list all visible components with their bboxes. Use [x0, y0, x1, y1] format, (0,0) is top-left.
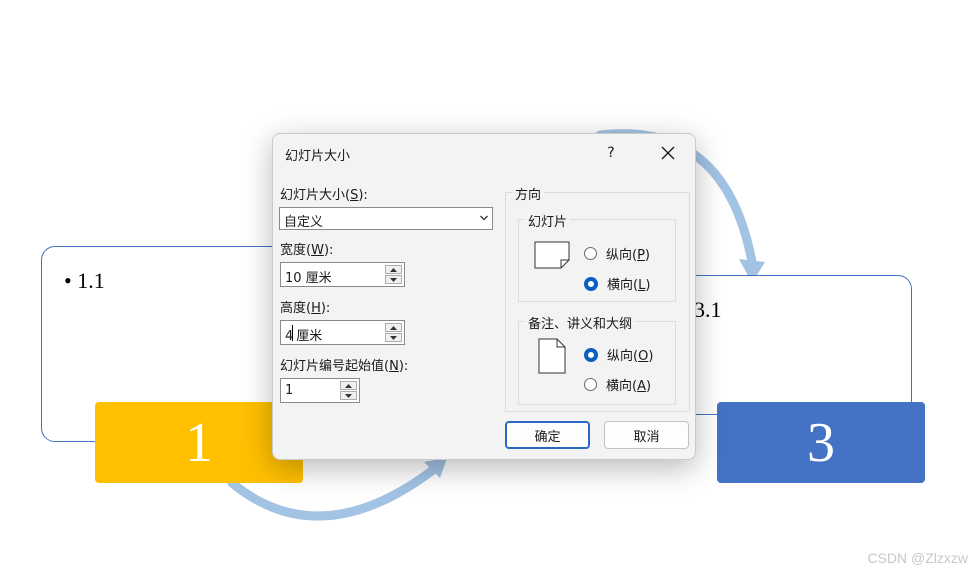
slides-portrait-label: 纵向(P): [606, 248, 650, 263]
triangle-up-icon: [390, 325, 397, 330]
width-spinbox[interactable]: 10 厘米: [280, 262, 405, 287]
slide-size-value: 自定义: [284, 215, 324, 230]
number-block-3: 3: [717, 402, 925, 483]
slide-shape-3: [660, 275, 912, 415]
help-button[interactable]: ?: [595, 140, 627, 166]
start-number-value: 1: [285, 383, 294, 398]
close-button[interactable]: [651, 140, 685, 166]
notes-group-title: 备注、讲义和大纲: [525, 313, 636, 332]
triangle-down-icon: [390, 335, 397, 340]
width-decrement-button[interactable]: [385, 275, 402, 284]
dialog-title: 幻灯片大小: [285, 149, 351, 164]
slides-group-title: 幻灯片: [525, 211, 571, 230]
start-number-decrement-button[interactable]: [340, 391, 357, 400]
height-decrement-button[interactable]: [385, 333, 402, 342]
triangle-down-icon: [345, 393, 352, 398]
slides-portrait-radio[interactable]: 纵向(P): [584, 244, 650, 263]
height-increment-button[interactable]: [385, 323, 402, 332]
watermark: CSDN @Zlzxzw: [867, 550, 968, 566]
triangle-up-icon: [345, 383, 352, 388]
orientation-title: 方向: [512, 184, 545, 203]
height-label: 高度(H):: [280, 301, 331, 316]
radio-circle-checked: [584, 276, 598, 291]
width-label: 宽度(W):: [280, 243, 334, 258]
landscape-page-icon: [534, 241, 570, 269]
height-value: 4 厘米: [285, 329, 323, 344]
notes-portrait-radio[interactable]: 纵向(O): [584, 345, 653, 364]
bullet-text-1-1: • 1.1: [64, 268, 105, 293]
notes-landscape-radio[interactable]: 横向(A): [584, 375, 651, 394]
height-spinbox[interactable]: 4 厘米: [280, 320, 405, 345]
start-number-increment-button[interactable]: [340, 381, 357, 390]
triangle-down-icon: [390, 277, 397, 282]
start-number-label: 幻灯片编号起始值(N):: [280, 359, 409, 374]
ok-button[interactable]: 确定: [505, 421, 590, 449]
text-caret: [292, 325, 293, 341]
start-number-spinbox[interactable]: 1: [280, 378, 360, 403]
portrait-page-icon: [538, 338, 566, 374]
radio-circle-checked: [584, 347, 598, 362]
triangle-up-icon: [390, 267, 397, 272]
slide-size-select[interactable]: 自定义: [279, 207, 493, 230]
radio-circle: [584, 378, 597, 391]
slides-landscape-label: 横向(L): [607, 278, 651, 293]
slide-size-label: 幻灯片大小(S):: [280, 188, 368, 203]
bullet-text-3-1: 3.1: [694, 297, 722, 322]
notes-portrait-label: 纵向(O): [607, 349, 654, 364]
slides-landscape-radio[interactable]: 横向(L): [584, 274, 650, 293]
chevron-down-icon: [480, 215, 488, 221]
close-icon: [661, 146, 675, 160]
slide-size-dialog: 幻灯片大小 ? 幻灯片大小(S): 自定义 宽度(W): 10 厘米 高度(H)…: [272, 133, 696, 460]
radio-circle: [584, 247, 597, 260]
notes-landscape-label: 横向(A): [606, 379, 652, 394]
width-increment-button[interactable]: [385, 265, 402, 274]
dialog-title-bar[interactable]: 幻灯片大小 ?: [273, 134, 695, 172]
width-value: 10 厘米: [285, 271, 332, 286]
cancel-button[interactable]: 取消: [604, 421, 689, 449]
